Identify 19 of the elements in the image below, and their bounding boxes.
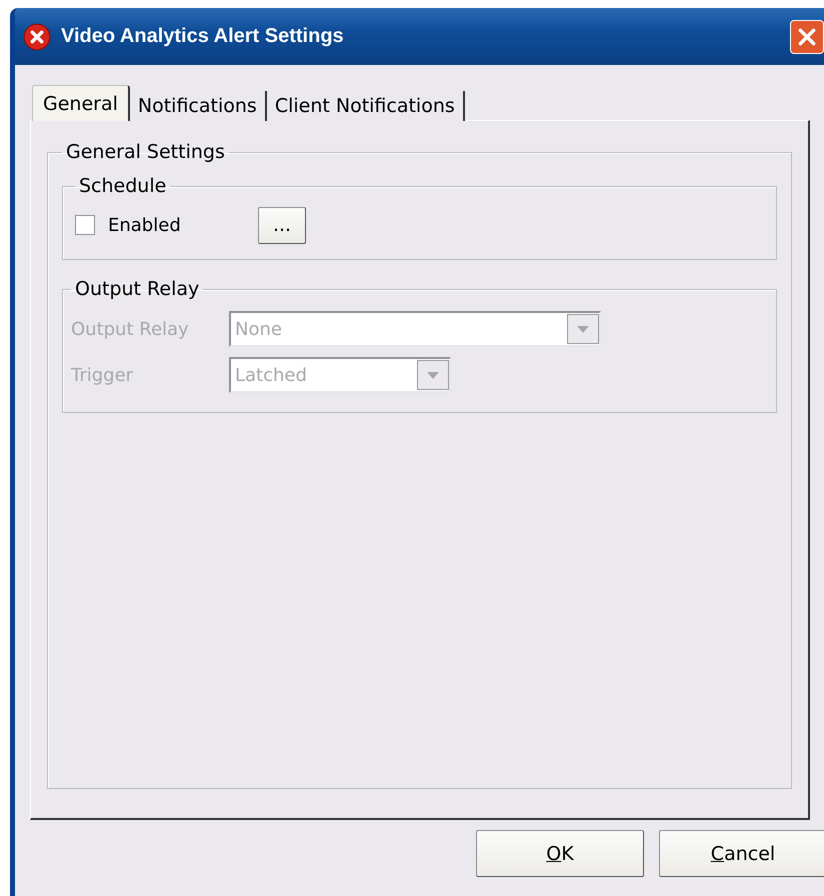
checkbox[interactable] [75,215,95,235]
close-icon [796,26,818,48]
caret-icon [577,326,589,332]
tab[interactable]: Client Notifications [266,91,465,121]
group-title: Schedule [78,175,168,197]
tab[interactable]: Notifications [130,91,267,121]
window-title: Video Analytics Alert Settings [61,25,345,48]
field-label: Trigger [71,364,134,386]
group-title: General Settings [65,141,226,163]
checkbox-label: Enabled [108,214,182,236]
dialog-button[interactable]: OK [476,830,644,877]
error-icon [23,22,51,50]
caret-icon [427,372,439,378]
group-title: Output Relay [74,278,200,300]
field-label: Output Relay [71,318,190,340]
schedule-button[interactable]: ... [258,206,306,244]
dialog-button[interactable]: Cancel [659,830,824,877]
tab[interactable]: General [32,85,130,121]
close-button[interactable] [790,20,824,54]
